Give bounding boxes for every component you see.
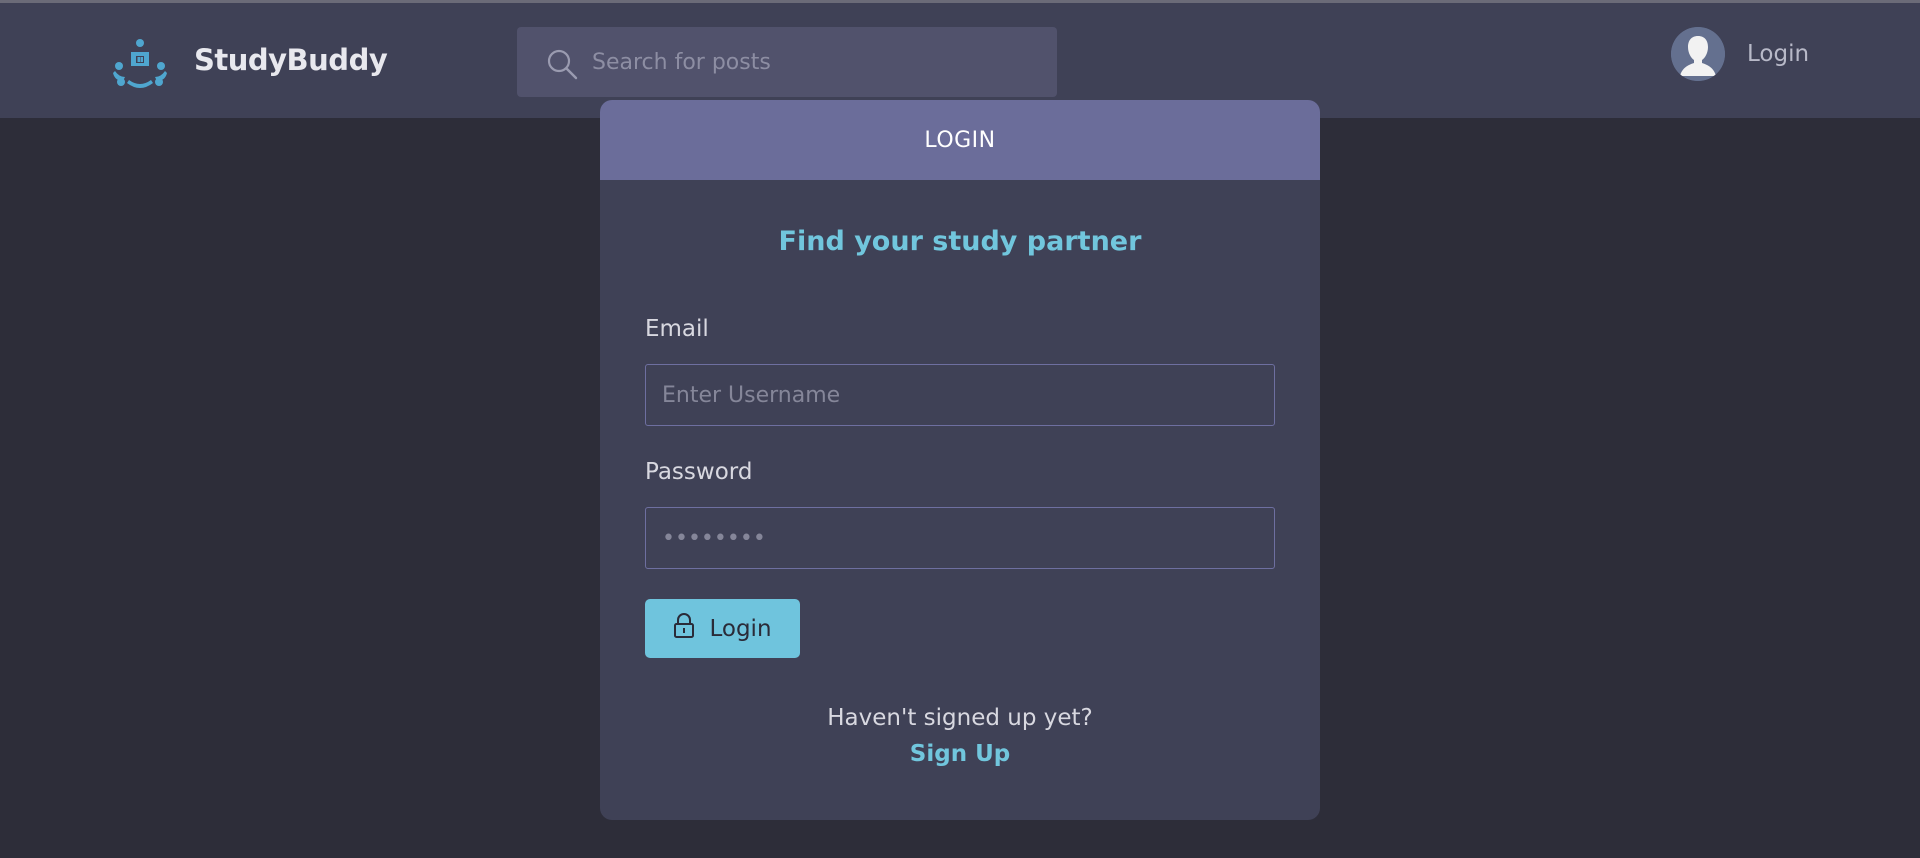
login-card-header: LOGIN (600, 100, 1320, 180)
password-label: Password (645, 459, 753, 485)
group-logo-icon[interactable] (113, 38, 167, 90)
login-card-title: LOGIN (924, 127, 996, 153)
signup-link[interactable]: Sign Up (600, 741, 1320, 767)
email-label: Email (645, 316, 709, 342)
login-card: LOGIN Find your study partner Email Pass… (600, 100, 1320, 820)
signup-prompt: Haven't signed up yet? (827, 705, 1093, 731)
search-input[interactable] (592, 27, 1042, 97)
search-bar[interactable] (517, 27, 1057, 97)
header-login-link[interactable]: Login (1747, 41, 1809, 67)
login-button[interactable]: Login (645, 599, 800, 658)
tagline: Find your study partner (778, 226, 1142, 257)
password-field[interactable] (645, 507, 1275, 569)
login-button-label: Login (709, 615, 772, 642)
search-icon (546, 48, 578, 80)
lock-icon (673, 612, 695, 645)
brand-name[interactable]: StudyBuddy (194, 43, 388, 77)
email-field[interactable] (645, 364, 1275, 426)
user-avatar-icon[interactable] (1671, 27, 1725, 81)
